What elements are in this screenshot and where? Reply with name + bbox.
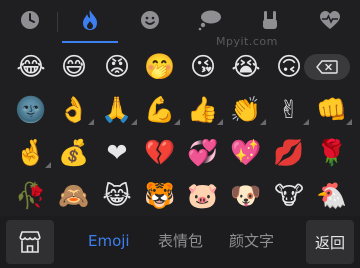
store-icon xyxy=(19,231,41,253)
emoji-glyph: 🌚 xyxy=(15,94,47,124)
emoji-glyph: 💔 xyxy=(144,137,176,167)
heartbeat-icon xyxy=(319,10,341,34)
emoji-glyph: 💪 xyxy=(144,94,176,124)
emoji-key[interactable]: 🐯 xyxy=(137,175,183,215)
emoji-key[interactable]: 💋 xyxy=(266,132,312,172)
emoji-glyph: 💞 xyxy=(187,137,219,167)
flame-icon xyxy=(80,9,100,35)
thought-bubble-icon xyxy=(197,9,223,35)
emoji-key[interactable]: 👍 xyxy=(180,89,226,129)
emoji-key[interactable]: 🙈 xyxy=(51,175,97,215)
tab-smileys[interactable] xyxy=(120,0,180,44)
emoji-glyph: 🐷 xyxy=(187,180,219,210)
bottom-bar: Emoji 表情包 颜文字 返回 xyxy=(0,216,360,268)
emoji-glyph: 🐯 xyxy=(144,180,176,210)
rock-hand-icon xyxy=(260,9,280,35)
emoji-glyph: 🙈 xyxy=(58,180,90,210)
emoji-key[interactable]: 💰 xyxy=(51,132,97,172)
emoji-glyph: 🤞 xyxy=(15,137,47,167)
tab-kaomoji[interactable]: 颜文字 xyxy=(229,230,274,252)
emoji-key[interactable]: ❤ xyxy=(94,132,140,172)
smiley-icon xyxy=(139,9,161,35)
emoji-glyph: 💰 xyxy=(58,137,90,167)
tab-sticker-packs[interactable]: 表情包 xyxy=(158,230,203,252)
emoji-key[interactable]: 😡 xyxy=(94,46,140,86)
tab-hearts[interactable] xyxy=(300,0,360,44)
emoji-store-button[interactable] xyxy=(6,220,54,264)
emoji-key[interactable]: 🐶 xyxy=(223,175,269,215)
emoji-glyph: 😹 xyxy=(102,180,132,210)
emoji-key[interactable]: ✌ xyxy=(266,89,312,129)
emoji-key[interactable]: 👏 xyxy=(223,89,269,129)
backspace-button[interactable] xyxy=(304,54,350,80)
clock-icon xyxy=(19,9,41,35)
emoji-glyph: 🐮 xyxy=(274,180,304,210)
emoji-key[interactable]: 🤭 xyxy=(137,46,183,86)
tab-hot[interactable] xyxy=(60,0,120,44)
tab-divider xyxy=(57,12,58,32)
emoji-glyph: 😭 xyxy=(231,51,261,81)
emoji-glyph: 🙃 xyxy=(275,51,303,81)
emoji-key[interactable]: 🤞 xyxy=(8,132,54,172)
emoji-key[interactable]: 🥀 xyxy=(8,175,54,215)
tab-recent[interactable] xyxy=(0,0,60,44)
emoji-glyph: 🤭 xyxy=(144,51,176,81)
emoji-glyph: ❤ xyxy=(106,137,128,167)
emoji-key[interactable]: 🙏 xyxy=(94,89,140,129)
emoji-glyph: 😅 xyxy=(60,51,88,81)
emoji-key[interactable]: 🐮 xyxy=(266,175,312,215)
emoji-key[interactable]: 🐷 xyxy=(180,175,226,215)
emoji-key[interactable]: 😂 xyxy=(8,46,54,86)
emoji-glyph: ✌ xyxy=(278,94,300,124)
emoji-glyph: 🥀 xyxy=(15,180,47,210)
emoji-glyph: 👍 xyxy=(187,94,219,124)
emoji-key[interactable]: 💪 xyxy=(137,89,183,129)
emoji-key[interactable]: 😭 xyxy=(223,46,269,86)
emoji-key[interactable]: 💖 xyxy=(223,132,269,172)
emoji-key[interactable]: 🌚 xyxy=(8,89,54,129)
emoji-key[interactable]: 💞 xyxy=(180,132,226,172)
active-tab-indicator xyxy=(62,41,118,43)
emoji-key[interactable]: 😘 xyxy=(180,46,226,86)
emoji-glyph: 💋 xyxy=(273,137,305,167)
emoji-glyph: 🙏 xyxy=(101,94,133,124)
emoji-glyph: 😡 xyxy=(103,51,131,81)
emoji-key[interactable]: 🐔 xyxy=(309,175,355,215)
back-button[interactable]: 返回 xyxy=(306,220,354,264)
emoji-glyph: 😘 xyxy=(189,51,217,81)
emoji-key[interactable]: 💔 xyxy=(137,132,183,172)
emoji-key[interactable]: 😅 xyxy=(51,46,97,86)
emoji-glyph: 💖 xyxy=(230,137,262,167)
emoji-glyph: 🌹 xyxy=(316,137,348,167)
emoji-glyph: 👏 xyxy=(230,94,262,124)
emoji-glyph: 🐔 xyxy=(316,180,348,210)
emoji-key[interactable]: 👊 xyxy=(309,89,355,129)
emoji-key[interactable]: 👌 xyxy=(51,89,97,129)
emoji-glyph: 👌 xyxy=(58,94,90,124)
emoji-glyph: 👊 xyxy=(316,94,348,124)
emoji-key[interactable]: 😹 xyxy=(94,175,140,215)
emoji-glyph: 😂 xyxy=(16,51,46,81)
emoji-key[interactable]: 🌹 xyxy=(309,132,355,172)
emoji-glyph: 🐶 xyxy=(230,180,262,210)
emoji-category-bar: Mpyit.com xyxy=(0,0,360,48)
tab-emoji[interactable]: Emoji xyxy=(88,230,130,252)
back-button-label: 返回 xyxy=(314,233,345,252)
backspace-icon xyxy=(316,60,338,74)
